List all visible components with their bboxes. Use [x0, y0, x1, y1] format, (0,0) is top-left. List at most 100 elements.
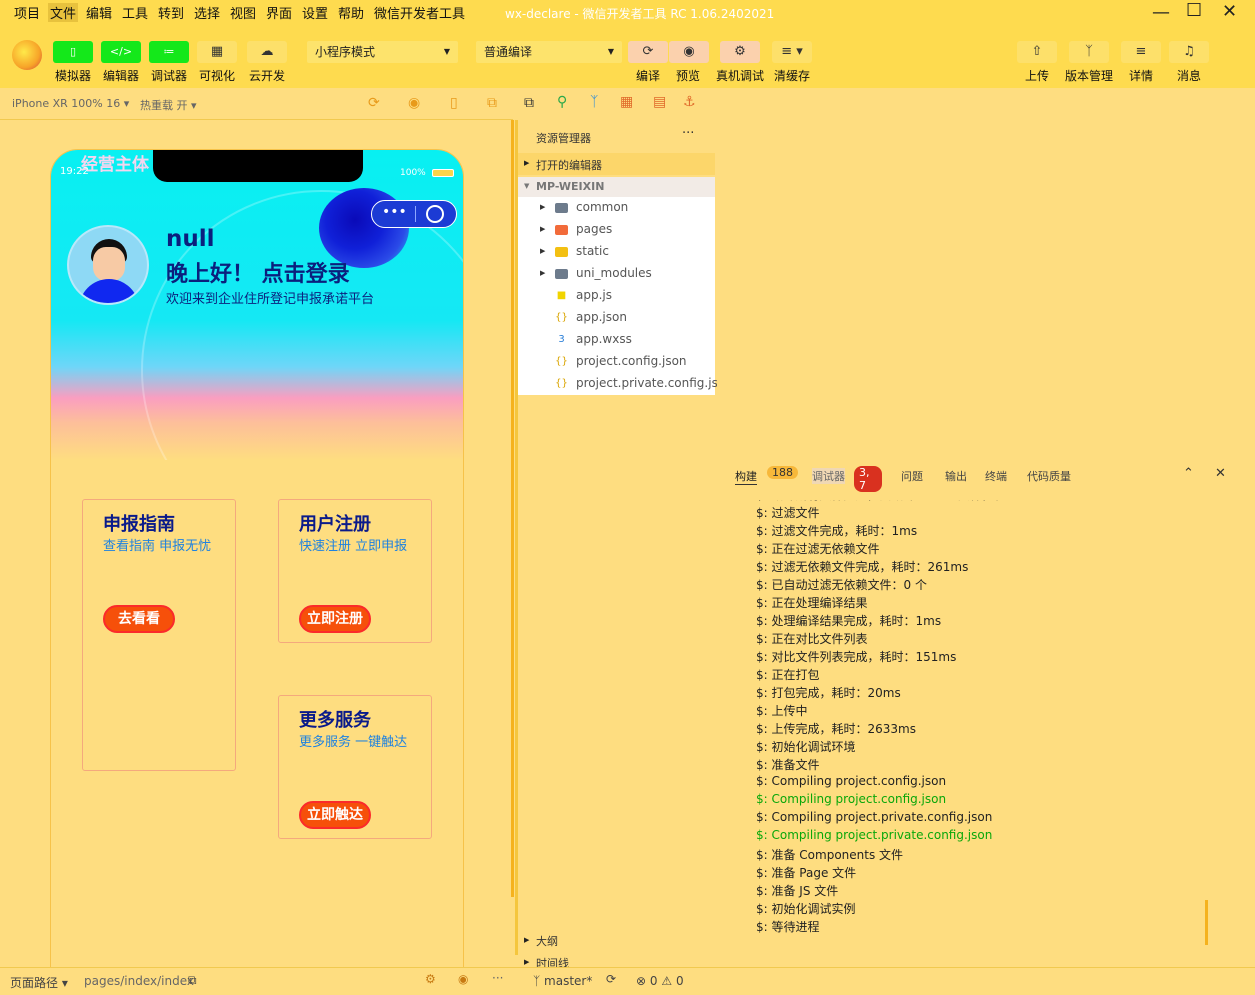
- compile-button[interactable]: ⟳: [628, 41, 668, 63]
- messages-button[interactable]: ♫: [1169, 41, 1209, 63]
- hot-reload-toggle[interactable]: 热重载 开 ▾: [140, 97, 197, 113]
- page-path-select[interactable]: 页面路径 ▾: [10, 974, 68, 991]
- file-tree-item[interactable]: ▶ pages: [521, 219, 718, 241]
- log-line: $: Compiling project.private.config.json: [756, 828, 993, 842]
- menu-tools[interactable]: 工具: [122, 3, 148, 22]
- register-now-button[interactable]: 立即注册: [299, 605, 371, 633]
- menu-select[interactable]: 选择: [194, 3, 220, 22]
- more-dots-icon[interactable]: ···: [492, 971, 503, 985]
- cloud-button[interactable]: ☁: [247, 41, 287, 63]
- visual-button[interactable]: ▦: [197, 41, 237, 63]
- layout-icon[interactable]: ▤: [653, 94, 666, 110]
- problems-status[interactable]: ⊗ 0 ⚠ 0: [636, 974, 684, 988]
- search-icon[interactable]: ⚲: [557, 94, 567, 110]
- tab-build[interactable]: 构建 188: [735, 464, 798, 490]
- card-more-services[interactable]: 更多服务 更多服务 一键触达 立即触达: [278, 695, 432, 839]
- refresh-icon: ⟳: [642, 44, 654, 59]
- extensions-icon[interactable]: ▦: [620, 94, 633, 110]
- file-tree-item[interactable]: ▶ uni_modules: [521, 263, 718, 285]
- caret-down-icon: ▼: [443, 47, 450, 56]
- debugger-button[interactable]: ≔: [149, 41, 189, 63]
- more-dots-icon[interactable]: •••: [382, 204, 407, 220]
- close-panel-icon[interactable]: ✕: [1215, 466, 1226, 481]
- file-tree-item[interactable]: ■ app.js: [521, 285, 718, 307]
- popout-icon[interactable]: ⧉: [487, 95, 497, 111]
- clear-cache-button[interactable]: ≡ ▾: [772, 41, 812, 63]
- mode-select[interactable]: 小程序模式 ▼: [307, 41, 458, 63]
- eye-icon[interactable]: ◉: [458, 972, 468, 986]
- file-tree-item[interactable]: {} app.json: [521, 307, 718, 329]
- files-icon[interactable]: ⧉: [524, 95, 534, 111]
- menu-project[interactable]: 项目: [14, 3, 40, 22]
- log-line: $: 正在打包: [756, 668, 820, 682]
- copy-icon[interactable]: ⧉: [188, 973, 197, 988]
- tab-code-quality[interactable]: 代码质量: [1027, 468, 1071, 484]
- menu-wechat-devtools[interactable]: 微信开发者工具: [374, 3, 465, 22]
- details-button[interactable]: ≡: [1121, 41, 1161, 63]
- avatar[interactable]: [12, 40, 42, 70]
- card-register[interactable]: 用户注册 快速注册 立即申报 立即注册: [278, 499, 432, 643]
- log-output: $: 编译所有文件完成，共编译 179 个文件，耗时：6699ms $: 过滤文件…: [717, 500, 1250, 950]
- menu-help[interactable]: 帮助: [338, 3, 364, 22]
- refresh-icon[interactable]: ⟳: [368, 95, 380, 111]
- device-select[interactable]: iPhone XR 100% 16 ▾: [12, 97, 129, 110]
- js-icon: ■: [556, 290, 567, 301]
- file-name: static: [576, 244, 609, 258]
- menu-view[interactable]: 视图: [230, 3, 256, 22]
- tab-output[interactable]: 输出: [945, 468, 967, 484]
- editor-button[interactable]: </>: [101, 41, 141, 63]
- maximize-icon[interactable]: ☐: [1186, 0, 1202, 21]
- reach-now-button[interactable]: 立即触达: [299, 801, 371, 829]
- close-icon[interactable]: ✕: [1222, 1, 1237, 22]
- more-actions-icon[interactable]: ···: [682, 126, 694, 141]
- open-editors-section[interactable]: ▶ 打开的编辑器: [518, 153, 715, 175]
- file-name: app.wxss: [576, 332, 632, 346]
- file-tree-item[interactable]: 3 app.wxss: [521, 329, 718, 351]
- minimize-icon[interactable]: —: [1152, 2, 1170, 23]
- close-target-icon[interactable]: [426, 205, 444, 223]
- bug-icon[interactable]: ⚙: [425, 972, 436, 986]
- splitter[interactable]: [511, 120, 514, 897]
- version-button[interactable]: ᛉ: [1069, 41, 1109, 63]
- branch-status[interactable]: ᛉ master*: [533, 974, 592, 988]
- user-avatar[interactable]: [67, 225, 149, 305]
- menu-goto[interactable]: 转到: [158, 3, 184, 22]
- login-greeting[interactable]: 晚上好！ 点击登录: [166, 256, 350, 288]
- simulator-button[interactable]: ▯: [53, 41, 93, 63]
- file-tree-item[interactable]: {} project.private.config.js...: [521, 373, 729, 395]
- remote-debug-button[interactable]: ⚙: [720, 41, 760, 63]
- log-line: $: 正在处理编译结果: [756, 596, 868, 610]
- tab-debugger[interactable]: 调试器 3, 7: [812, 464, 882, 492]
- battery-icon: [432, 169, 454, 177]
- sync-icon[interactable]: ⟳: [606, 972, 616, 986]
- source-control-icon[interactable]: ᛉ: [590, 94, 598, 110]
- menu-settings[interactable]: 设置: [302, 3, 328, 22]
- file-tree: ▶ common ▶ pages ▶ static ▶ uni_modules ■ app.js {…: [518, 197, 729, 395]
- scrollbar-thumb[interactable]: [1205, 900, 1208, 945]
- card-guide[interactable]: 申报指南 查看指南 申报无忧 去看看: [82, 499, 236, 771]
- go-view-button[interactable]: 去看看: [103, 605, 175, 633]
- tab-problems[interactable]: 问题: [901, 468, 923, 484]
- bug-icon: ⚙: [734, 44, 746, 59]
- record-icon[interactable]: ◉: [408, 95, 420, 111]
- project-section[interactable]: ▼ MP-WEIXIN: [518, 177, 715, 197]
- file-tree-item[interactable]: ▶ common: [521, 197, 718, 219]
- file-tree-item[interactable]: ▶ static: [521, 241, 718, 263]
- preview-button[interactable]: ◉: [669, 41, 709, 63]
- compile-mode-select[interactable]: 普通编译 ▼: [476, 41, 622, 63]
- log-line: $: 准备 Page 文件: [756, 866, 857, 880]
- menu-interface[interactable]: 界面: [266, 3, 292, 22]
- docker-icon[interactable]: ⚓: [683, 94, 696, 110]
- static-folder-icon: [555, 247, 568, 257]
- details-label: 详情: [1129, 69, 1154, 83]
- chevron-up-icon[interactable]: ⌃: [1183, 466, 1194, 481]
- editor-label: 编辑器: [103, 69, 140, 83]
- phone-icon[interactable]: ▯: [450, 95, 458, 111]
- card-guide-desc: 查看指南 申报无忧: [103, 539, 212, 554]
- tab-terminal[interactable]: 终端: [985, 468, 1007, 484]
- outline-section[interactable]: ▶ 大纲: [518, 930, 715, 952]
- file-tree-item[interactable]: {} project.config.json: [521, 351, 718, 373]
- upload-button[interactable]: ⇧: [1017, 41, 1057, 63]
- menu-edit[interactable]: 编辑: [86, 3, 112, 22]
- menu-file[interactable]: 文件: [48, 3, 79, 22]
